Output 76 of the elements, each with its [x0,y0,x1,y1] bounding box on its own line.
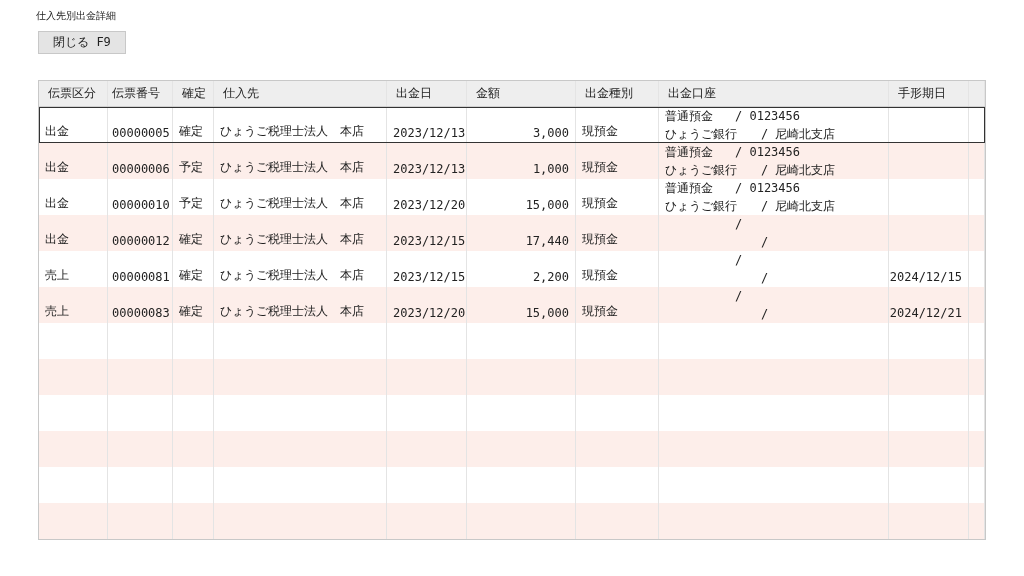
column-header[interactable]: 出金種別 [576,81,659,106]
column-header[interactable]: 金額 [467,81,576,106]
table-cell: 15,000 [525,198,569,212]
table-cell: 2023/12/20 [393,198,466,212]
table-cell: ひょうご銀行 [665,127,737,141]
table-cell: 2023/12/15 [393,234,466,248]
column-header[interactable]: 伝票番号 [108,81,173,106]
column-header[interactable]: 出金日 [387,81,467,106]
column-header[interactable]: 確定 [173,81,214,106]
table-cell: 00000005 [112,126,170,140]
table-cell-text: / 尼崎北支店 [761,126,836,143]
table-cell-text: / 尼崎北支店 [761,198,836,215]
column-header[interactable]: 出金口座 [659,81,889,106]
table-cell: 出金 [45,159,69,176]
table-cell-text: / 尼崎北支店 [761,162,836,179]
table-cell: 2024/12/15 [889,270,962,284]
table-cell: 確定 [179,231,203,248]
table-cell-text: / [761,234,769,251]
column-header[interactable]: 仕入先 [214,81,387,106]
column-header[interactable]: 手形期日 [889,81,969,106]
table-cell-text: / [735,288,743,305]
table-cell-text: / [735,252,743,269]
table-cell: 2023/12/13 [393,126,466,140]
table-cell: 普通預金 [665,181,713,195]
table-cell: 出金 [45,195,69,212]
window-title: 仕入先別出金詳細 [36,9,116,23]
table-cell: 出金 [45,231,69,248]
table-cell: 確定 [179,123,203,140]
table-row[interactable]: 出金 00000012 確定 ひょうご税理士法人 本店 2023/12/15 17,440 現預金 / / [39,215,985,251]
table-cell-text: / [735,216,743,233]
table-cell: 00000010 [112,198,170,212]
table-cell: 2023/12/20 [393,306,466,320]
table-cell: 00000006 [112,162,170,176]
table-row[interactable]: 出金 00000006 予定 ひょうご税理士法人 本店 2023/12/13 1,000 現預金 普通預金 / 0123456 ひょうご銀行 / 尼崎北支店 [39,143,985,179]
table-cell: 普通預金 [665,109,713,123]
table-cell: 現預金 [582,159,618,176]
table-cell-text: / 0123456 [735,108,801,125]
table-cell: 予定 [179,159,203,176]
table-cell: 00000012 [112,234,170,248]
table-cell: 3,000 [532,126,569,140]
table-cell: 予定 [179,195,203,212]
table-cell: 2,200 [532,270,569,284]
table-row[interactable]: 売上 00000083 確定 ひょうご税理士法人 本店 2023/12/20 15,000 現預金 / / 2024/12/21 [39,287,985,323]
table-cell: 確定 [179,303,203,320]
table-cell: 売上 [45,267,69,284]
table-cell: 17,440 [525,234,569,248]
table-cell: 現預金 [582,123,618,140]
column-header[interactable]: 伝票区分 [39,81,108,106]
table-cell: 2024/12/21 [889,306,962,320]
table-cell-text: / [761,270,769,287]
table-cell: ひょうご税理士法人 本店 [220,123,364,140]
table-cell: ひょうご税理士法人 本店 [220,159,364,176]
table-cell-text: / 0123456 [735,144,801,161]
table-cell: 2023/12/15 [393,270,466,284]
table-cell: 現預金 [582,231,618,248]
table-cell: ひょうご税理士法人 本店 [220,267,364,284]
table-cell-text: / [761,306,769,323]
table-cell: ひょうご税理士法人 本店 [220,195,364,212]
table-cell: 00000083 [112,306,170,320]
table-cell: 普通預金 [665,145,713,159]
table-cell: 1,000 [532,162,569,176]
table-cell: 確定 [179,267,203,284]
table-cell: 00000081 [112,270,170,284]
table-cell: 2023/12/13 [393,162,466,176]
table-cell: ひょうご銀行 [665,199,737,213]
close-button[interactable]: 閉じる F9 [38,31,126,54]
table-cell: ひょうご税理士法人 本店 [220,303,364,320]
table-cell: 15,000 [525,306,569,320]
table-cell: 現預金 [582,267,618,284]
table-cell-text: / 0123456 [735,180,801,197]
table-cell: ひょうご銀行 [665,163,737,177]
table-cell: 売上 [45,303,69,320]
table-cell: 現預金 [582,303,618,320]
table-cell: 出金 [45,123,69,140]
table-cell: 現預金 [582,195,618,212]
table-cell: ひょうご税理士法人 本店 [220,231,364,248]
